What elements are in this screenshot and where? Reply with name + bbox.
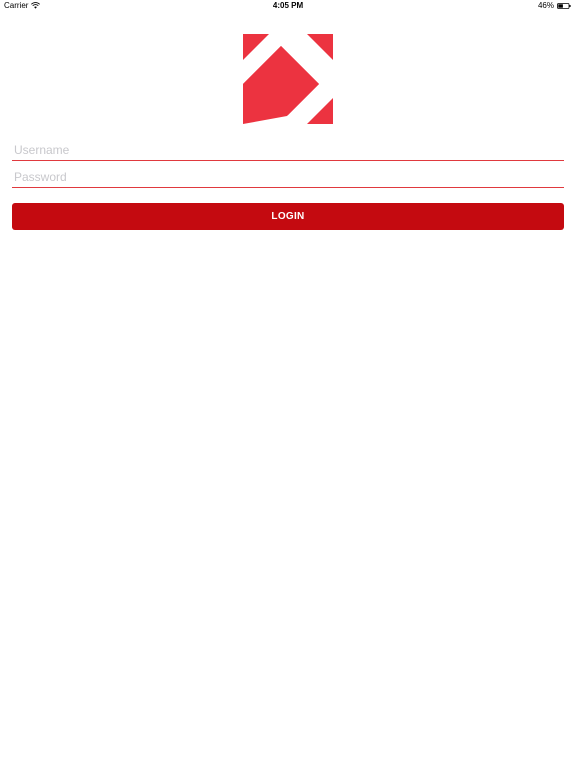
- password-field[interactable]: [12, 166, 564, 188]
- status-right: 46%: [538, 1, 571, 10]
- login-button[interactable]: LOGIN: [12, 203, 564, 230]
- status-bar: Carrier 4:05 PM 46%: [0, 0, 576, 12]
- status-time: 4:05 PM: [272, 1, 304, 10]
- battery-percent: 46%: [537, 1, 554, 10]
- login-screen: Carrier 4:05 PM 46% Username LOGIN: [0, 0, 576, 768]
- battery-icon: [557, 2, 571, 9]
- username-field[interactable]: [12, 139, 564, 161]
- brand-logo: [243, 34, 333, 124]
